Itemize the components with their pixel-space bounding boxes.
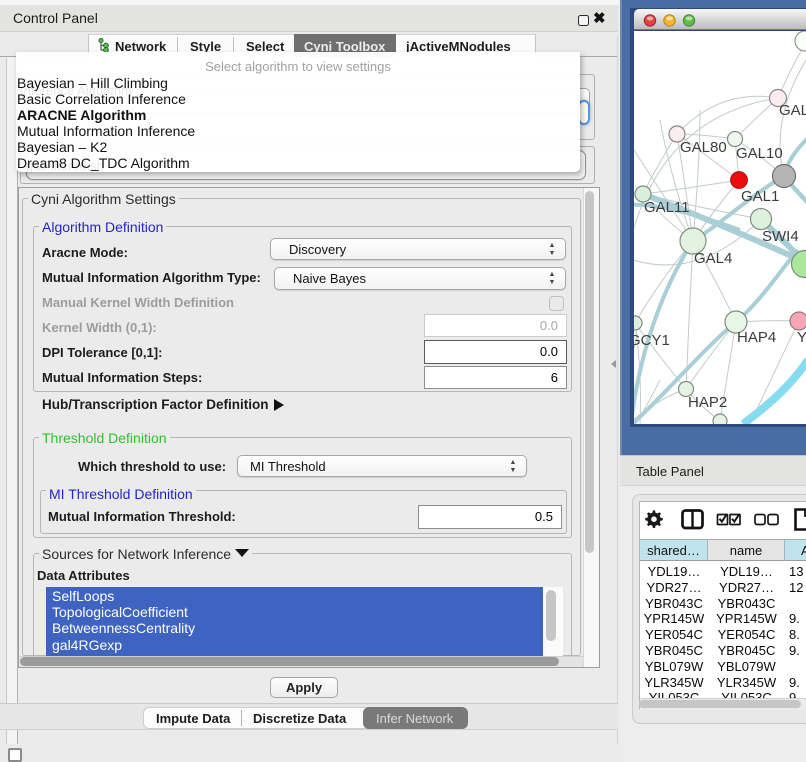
svg-text:GAL4: GAL4 bbox=[694, 250, 732, 267]
svg-text:SWI4: SWI4 bbox=[762, 228, 799, 245]
svg-text:HAP2: HAP2 bbox=[688, 394, 727, 411]
svg-text:HAP4: HAP4 bbox=[737, 329, 776, 346]
svg-text:GAL10: GAL10 bbox=[736, 145, 783, 162]
svg-text:GCY1: GCY1 bbox=[634, 332, 670, 349]
svg-text:YJ: YJ bbox=[797, 329, 806, 346]
svg-text:GAL1: GAL1 bbox=[741, 188, 779, 205]
svg-text:GAL11: GAL11 bbox=[644, 199, 690, 216]
svg-text:GAL80: GAL80 bbox=[680, 139, 727, 156]
svg-text:GAL7: GAL7 bbox=[779, 102, 806, 119]
